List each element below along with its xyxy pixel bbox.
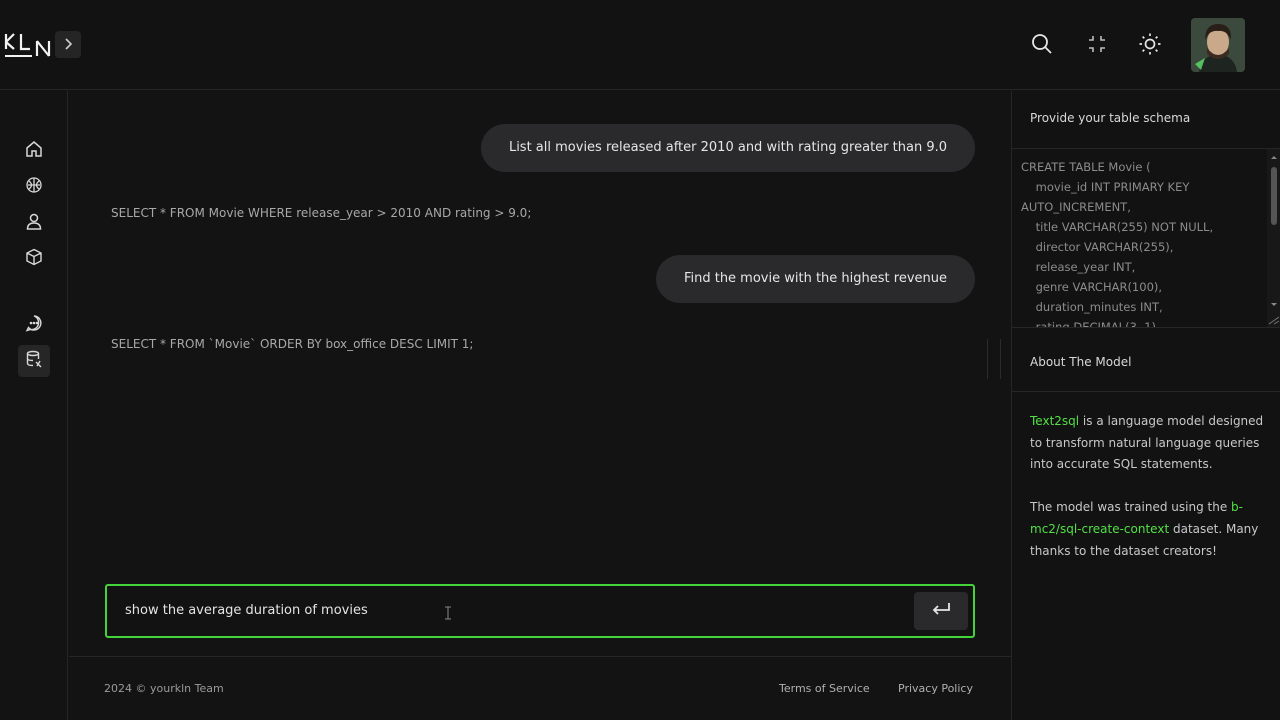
chat-area: List all movies released after 2010 and … — [69, 91, 1011, 656]
kln-logo[interactable] — [4, 31, 54, 61]
nav-profile[interactable] — [18, 207, 50, 239]
search-icon[interactable] — [1030, 32, 1054, 56]
schema-text[interactable]: CREATE TABLE Movie ( movie_id INT PRIMAR… — [1021, 157, 1261, 327]
send-button[interactable] — [914, 592, 968, 630]
about-paragraph: Text2sql is a language model designed to… — [1030, 414, 1264, 472]
nav-text2sql[interactable] — [18, 345, 50, 377]
user-icon — [25, 212, 43, 234]
about-paragraph: The model was trained using the b-mc2/sq… — [1030, 500, 1259, 558]
nav-packages[interactable] — [18, 243, 50, 275]
left-nav-rail — [0, 91, 68, 720]
cube-icon — [25, 248, 43, 270]
sun-icon[interactable] — [1138, 32, 1162, 56]
scroll-thumb[interactable] — [1271, 167, 1277, 225]
top-header — [0, 0, 1280, 90]
collapse-icon[interactable] — [1085, 32, 1109, 56]
scroll-up-icon[interactable] — [1267, 153, 1280, 161]
right-panel: Provide your table schema CREATE TABLE M… — [1011, 91, 1280, 720]
chat-scrollbar[interactable] — [987, 339, 1001, 379]
copyright-text: 2024 © yourkln Team — [104, 682, 224, 695]
enter-icon — [930, 601, 952, 621]
resize-handle-icon[interactable] — [1267, 315, 1280, 325]
sql-response: SELECT * FROM Movie WHERE release_year >… — [111, 206, 532, 220]
user-message: List all movies released after 2010 and … — [480, 124, 975, 172]
chevron-right-icon — [63, 35, 73, 54]
home-icon — [25, 140, 43, 162]
about-title: About The Model — [1030, 355, 1132, 369]
query-input-box — [105, 584, 975, 638]
brain-icon — [25, 176, 43, 198]
about-text: Text2sql is a language model designed to… — [1030, 411, 1268, 584]
text-cursor-icon — [445, 606, 451, 620]
database-icon — [25, 350, 43, 372]
sidebar-expand-button[interactable] — [55, 31, 81, 58]
query-input[interactable] — [125, 586, 885, 636]
user-message: Find the movie with the highest revenue — [655, 255, 975, 303]
schema-scrollbar[interactable] — [1267, 149, 1280, 327]
chat-icon — [25, 314, 43, 336]
nav-models[interactable] — [18, 171, 50, 203]
schema-textarea[interactable]: CREATE TABLE Movie ( movie_id INT PRIMAR… — [1012, 149, 1280, 327]
divider — [1012, 391, 1280, 392]
terms-link[interactable]: Terms of Service — [779, 682, 870, 695]
nav-home[interactable] — [18, 135, 50, 167]
nav-chat[interactable] — [18, 309, 50, 341]
privacy-link[interactable]: Privacy Policy — [898, 682, 973, 695]
scroll-down-icon[interactable] — [1267, 301, 1280, 309]
footer: 2024 © yourkln Team Terms of Service Pri… — [69, 656, 1011, 720]
sql-response: SELECT * FROM `Movie` ORDER BY box_offic… — [111, 337, 474, 351]
model-name-highlight: Text2sql — [1030, 414, 1080, 428]
user-avatar[interactable] — [1191, 18, 1245, 72]
divider — [1012, 327, 1280, 328]
schema-title: Provide your table schema — [1030, 111, 1191, 125]
